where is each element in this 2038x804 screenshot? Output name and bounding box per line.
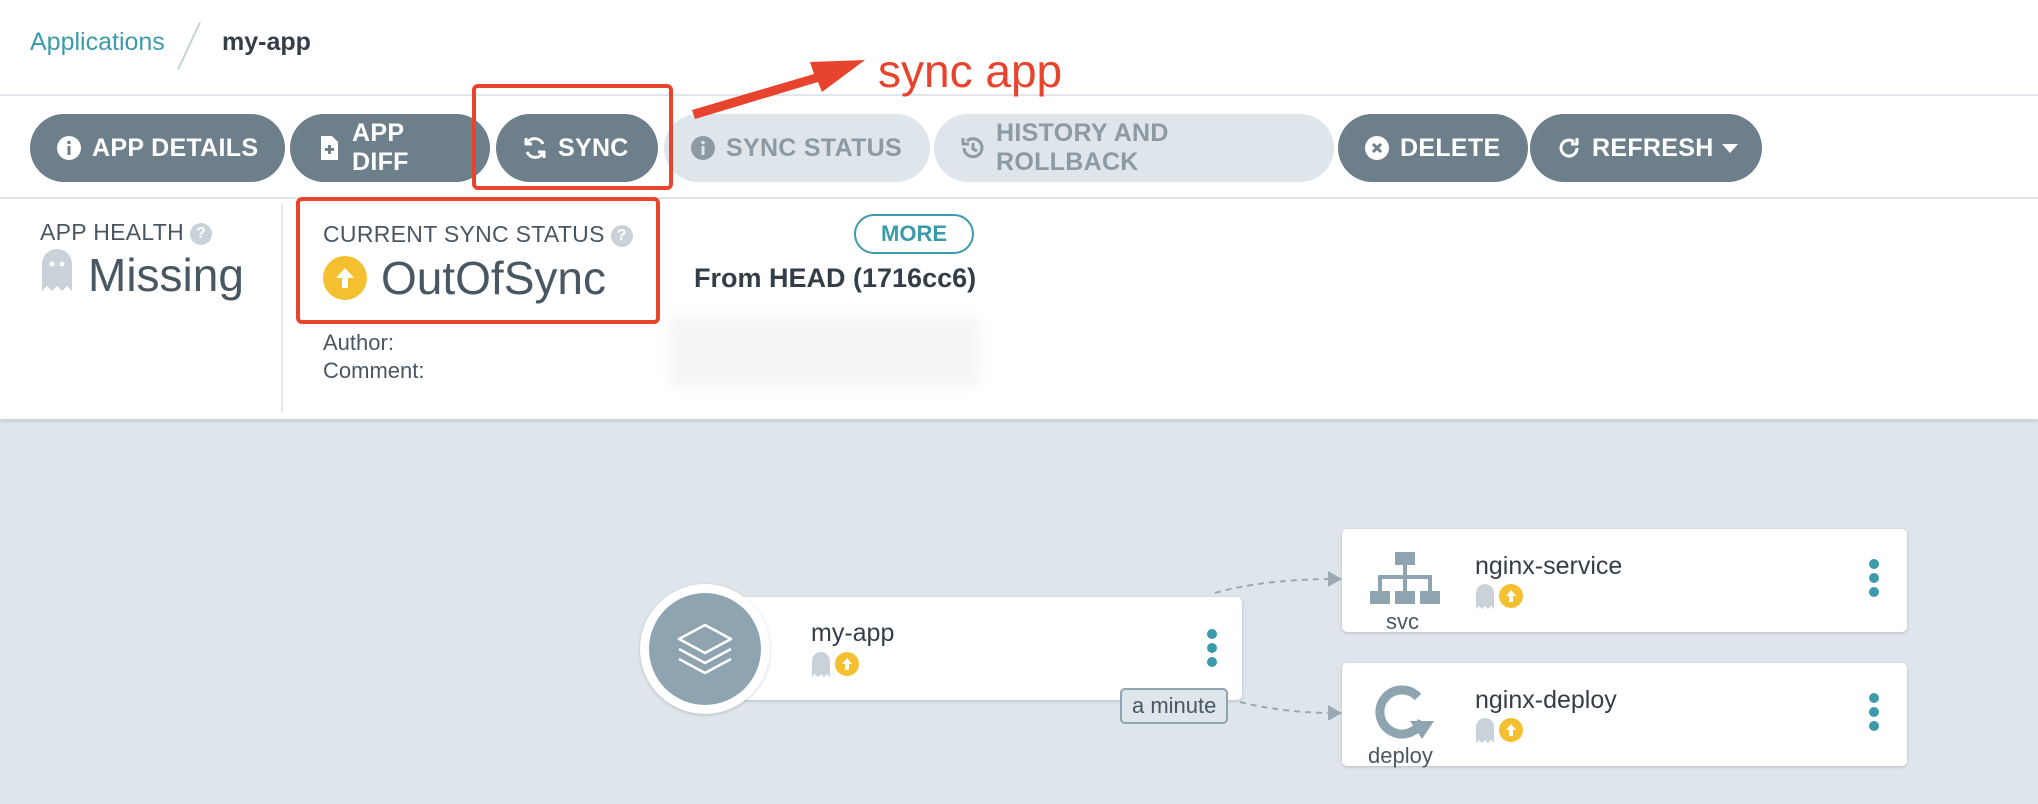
annotation-highlight-status (296, 197, 660, 324)
app-details-label: APP DETAILS (92, 133, 259, 162)
sync-status-label: SYNC STATUS (726, 133, 902, 162)
sync-status-button[interactable]: SYNC STATUS (664, 114, 930, 182)
deploy-node-badges (1475, 717, 1523, 743)
ghost-icon (40, 247, 74, 302)
sync-time-tag: a minute (1120, 688, 1229, 724)
annotation-text: sync app (878, 45, 1063, 97)
layers-icon (649, 593, 761, 705)
author-label: Author: (323, 330, 394, 355)
refresh-button[interactable]: REFRESH (1530, 114, 1762, 182)
annotation-highlight-sync (472, 84, 673, 190)
service-node-name: nginx-service (1475, 552, 1623, 580)
deploy-kind-label: deploy (1368, 743, 1433, 768)
network-service-icon (1370, 552, 1440, 604)
arrow-up-circle-icon (1499, 718, 1523, 742)
deploy-node-name: nginx-deploy (1475, 686, 1617, 714)
app-toolbar: APP DETAILS APP DIFF SYNC SYNC STATUS HI… (0, 96, 2038, 198)
ghost-icon (812, 652, 830, 677)
more-button[interactable]: MORE (854, 214, 974, 254)
info-icon (56, 135, 82, 161)
history-rollback-label: HISTORY AND ROLLBACK (996, 119, 1169, 176)
caret-down-icon (1721, 143, 1738, 153)
deploy-node-card[interactable]: deploy nginx-deploy (1342, 663, 1907, 768)
app-node-icon-circle[interactable] (640, 584, 770, 714)
file-diff-icon (316, 135, 342, 161)
history-rollback-button[interactable]: HISTORY AND ROLLBACK (934, 114, 1334, 182)
revision-text: From HEAD (1716cc6) (694, 263, 977, 293)
breadcrumb-separator (177, 22, 201, 70)
redacted-area (670, 317, 980, 387)
delete-button[interactable]: DELETE (1338, 114, 1528, 182)
delete-label: DELETE (1400, 133, 1501, 162)
breadcrumb-applications-link[interactable]: Applications (30, 28, 165, 57)
service-node-badges (1475, 583, 1523, 609)
app-node-name: my-app (811, 619, 895, 647)
refresh-label: REFRESH (1592, 133, 1714, 162)
history-icon (960, 135, 986, 161)
app-health-label: APP HEALTH (40, 219, 185, 245)
help-icon[interactable]: ? (190, 223, 213, 245)
app-node-menu-icon[interactable] (1207, 629, 1217, 671)
close-circle-icon (1364, 135, 1390, 161)
info-icon (690, 135, 716, 161)
service-node-card[interactable]: svc nginx-service (1342, 529, 1907, 634)
breadcrumb-current: my-app (222, 28, 311, 56)
app-diff-label: APP DIFF (352, 119, 409, 176)
refresh-icon (1556, 135, 1582, 161)
app-details-button[interactable]: APP DETAILS (30, 114, 285, 182)
annotation-arrow-icon (692, 60, 865, 119)
app-node-badges (811, 651, 859, 677)
service-kind-label: svc (1386, 609, 1419, 634)
app-health-heading: APP HEALTH? (40, 219, 213, 246)
arrow-up-circle-icon (835, 652, 859, 676)
app-diff-button[interactable]: APP DIFF (290, 114, 490, 182)
ghost-icon (1476, 718, 1494, 743)
app-node-card[interactable]: my-app (705, 597, 1242, 700)
comment-label: Comment: (323, 358, 425, 383)
deployment-icon (1375, 685, 1434, 739)
app-health-value: Missing (40, 247, 244, 302)
ghost-icon (1476, 584, 1494, 609)
arrow-up-circle-icon (1499, 584, 1523, 608)
service-node-menu-icon[interactable] (1869, 559, 1879, 601)
health-status-text: Missing (88, 248, 244, 301)
deploy-node-menu-icon[interactable] (1869, 693, 1879, 735)
panel-divider (281, 205, 283, 413)
